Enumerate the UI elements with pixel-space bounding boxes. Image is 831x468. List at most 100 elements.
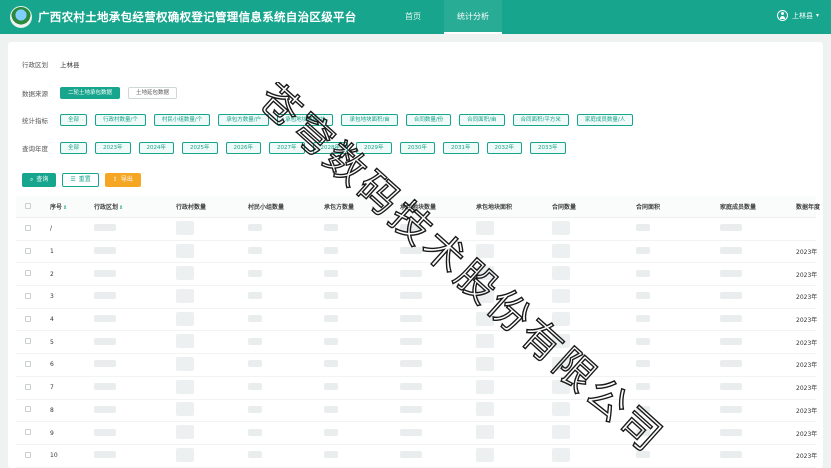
- indicator-chip[interactable]: 合同面积/平方米: [512, 114, 569, 126]
- row-cell: [720, 383, 796, 392]
- row-cell: [176, 220, 248, 237]
- row-cell: [400, 428, 476, 438]
- table-row[interactable]: 7 2023年: [16, 377, 817, 400]
- table-row[interactable]: 5 2023年: [16, 331, 817, 355]
- export-button[interactable]: ⇪ 导出: [104, 173, 141, 187]
- indicator-chip[interactable]: 行政村数量/个: [95, 114, 146, 126]
- table-row[interactable]: 8 2023年: [16, 400, 817, 423]
- source-chip-extension[interactable]: 土地延包数据: [128, 87, 178, 99]
- col-village-count: 行政村数量: [176, 204, 207, 211]
- nav-home[interactable]: 首页: [392, 0, 434, 34]
- col-contract-area: 合同面积: [636, 204, 661, 211]
- row-checkbox[interactable]: [16, 451, 40, 460]
- row-cell: [176, 425, 248, 441]
- top-bar: 广西农村土地承包经营权确权登记管理信息系统自治区级平台 首页 统计分析 上林县 …: [0, 0, 831, 34]
- user-name: 上林县: [791, 11, 813, 20]
- year-chip[interactable]: 2030年: [399, 142, 436, 154]
- row-checkbox[interactable]: [16, 292, 40, 301]
- indicator-chip[interactable]: 承包地块面积/亩: [341, 114, 398, 126]
- sort-icon: ⇕: [63, 205, 68, 211]
- table-row[interactable]: 2 2023年: [16, 263, 817, 287]
- row-year: 2023年: [796, 362, 818, 370]
- row-cell: [720, 451, 796, 460]
- year-chip[interactable]: 2031年: [443, 142, 479, 154]
- row-number: 6: [50, 361, 54, 369]
- col-no[interactable]: 序号⇕: [40, 202, 94, 211]
- row-cell: [552, 243, 636, 260]
- row-number: 4: [50, 316, 54, 324]
- user-menu[interactable]: 上林县 ▾: [776, 10, 819, 21]
- year-chip[interactable]: 2026年: [225, 142, 262, 154]
- row-year: 2023年: [796, 294, 818, 302]
- row-cell: [636, 247, 720, 256]
- indicator-chip[interactable]: 村民小组数量/个: [153, 114, 211, 126]
- row-cell: [176, 266, 248, 282]
- row-cell: [324, 247, 400, 256]
- row-checkbox[interactable]: [16, 315, 40, 324]
- indicator-filter: 统计指标 全部 行政村数量/个 村民小组数量/个 承包方数量/户 承包地块数量/…: [22, 114, 641, 126]
- year-chip[interactable]: 2032年: [486, 142, 523, 154]
- col-plot-area: 承包地块面积: [476, 204, 513, 211]
- row-year: 2023年: [796, 407, 818, 415]
- year-chip[interactable]: 2029年: [356, 142, 392, 154]
- indicator-chip[interactable]: 承包方数量/户: [218, 114, 270, 126]
- row-cell: [400, 360, 476, 369]
- row-checkbox[interactable]: [16, 406, 40, 414]
- indicator-chip[interactable]: 家庭成员数量/人: [576, 114, 634, 126]
- action-bar: ⌕ 查询 ☰ 重置 ⇪ 导出: [22, 173, 147, 187]
- region-value[interactable]: 上林县: [60, 59, 80, 69]
- row-checkbox[interactable]: [16, 338, 40, 346]
- row-cell: [248, 405, 324, 415]
- reset-button[interactable]: ☰ 重置: [62, 173, 99, 187]
- col-plot-count: 承包地块数量: [400, 204, 437, 211]
- table-row[interactable]: /: [16, 218, 816, 241]
- year-chip[interactable]: 2027年: [269, 142, 305, 154]
- table-row[interactable]: 9 2023年: [16, 422, 817, 445]
- table-row[interactable]: 1 2023年: [16, 241, 817, 264]
- year-chip[interactable]: 2025年: [182, 142, 218, 154]
- row-checkbox[interactable]: [16, 247, 40, 256]
- query-button[interactable]: ⌕ 查询: [22, 173, 57, 187]
- row-cell: [324, 360, 400, 369]
- reset-label: 重置: [78, 176, 91, 183]
- indicator-chip[interactable]: 全部: [60, 114, 88, 126]
- indicator-chip[interactable]: 合同数量/份: [405, 114, 452, 126]
- row-checkbox[interactable]: [16, 429, 40, 437]
- table-row[interactable]: 6 2023年: [16, 354, 817, 377]
- row-checkbox[interactable]: [16, 270, 40, 278]
- select-all-checkbox[interactable]: [16, 202, 40, 211]
- table-row[interactable]: 3 2023年: [16, 286, 817, 309]
- col-contractor-count: 承包方数量: [324, 204, 355, 211]
- row-cell: [476, 447, 552, 464]
- year-chip[interactable]: 2028年: [312, 142, 349, 154]
- row-checkbox[interactable]: [16, 360, 40, 369]
- row-cell: [324, 383, 400, 392]
- row-cell: [248, 451, 324, 460]
- row-cell: [324, 451, 400, 460]
- row-cell: [324, 428, 400, 438]
- row-year: 2023年: [796, 339, 818, 347]
- nav-statistics[interactable]: 统计分析: [444, 0, 502, 34]
- row-checkbox[interactable]: [16, 383, 40, 392]
- row-cell: [636, 383, 720, 392]
- row-cell: [476, 356, 552, 373]
- col-region-label: 行政区划: [94, 204, 119, 211]
- source-chip-contract[interactable]: 二轮土地承包数据: [60, 87, 121, 99]
- row-cell: [248, 360, 324, 369]
- row-cell: [400, 292, 476, 301]
- year-chip[interactable]: 2033年: [530, 142, 566, 154]
- year-chip[interactable]: 全部: [60, 142, 88, 154]
- export-label: 导出: [120, 176, 133, 183]
- row-cell: [248, 269, 324, 279]
- row-checkbox[interactable]: [16, 224, 40, 233]
- indicator-chip[interactable]: 合同面积/亩: [459, 114, 505, 126]
- table-row[interactable]: 10 2023年: [16, 445, 817, 468]
- reset-icon: ☰: [70, 176, 76, 183]
- statistics-table: 序号⇕ 行政区划⇕ 行政村数量 村民小组数量 承包方数量 承包地块数量 承包地块…: [16, 196, 820, 468]
- year-chip[interactable]: 2023年: [95, 142, 131, 154]
- col-region[interactable]: 行政区划⇕: [94, 202, 176, 211]
- indicator-chip[interactable]: 承包地块数量/块: [277, 114, 334, 126]
- row-cell: [476, 425, 552, 441]
- table-row[interactable]: 4 2023年: [16, 309, 817, 332]
- year-chip[interactable]: 2024年: [138, 142, 175, 154]
